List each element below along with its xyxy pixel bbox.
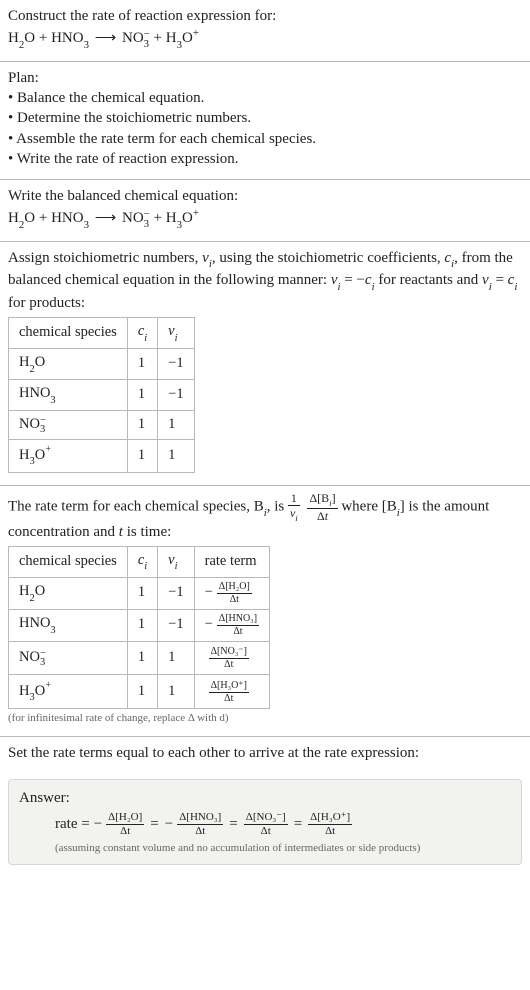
- col-species: chemical species: [9, 546, 128, 577]
- cell-ci: 1: [127, 380, 157, 411]
- plan-item: • Balance the chemical equation.: [8, 88, 522, 108]
- table-row: H2O 1 −1 − Δ[H₂O]Δt: [9, 577, 270, 609]
- cell-rateterm: Δ[H₃O⁺]Δt: [194, 675, 269, 709]
- cell-species: H3O+: [9, 675, 128, 709]
- table-row: HNO3 1 −1 − Δ[HNO₃]Δt: [9, 609, 270, 641]
- table-row: H2O 1 −1: [9, 349, 195, 380]
- cell-nui: −1: [158, 577, 194, 609]
- cell-species: NO−3: [9, 411, 128, 440]
- answer-assumption: (assuming constant volume and no accumul…: [19, 841, 511, 856]
- plan-title: Plan:: [8, 68, 522, 88]
- cell-rateterm: − Δ[HNO₃]Δt: [194, 609, 269, 641]
- cell-species: HNO3: [9, 380, 128, 411]
- balanced-section: Write the balanced chemical equation: H2…: [0, 180, 530, 241]
- col-ci: ci: [127, 318, 157, 349]
- prompt-title: Construct the rate of reaction expressio…: [8, 6, 522, 26]
- cell-rateterm: Δ[NO₃⁻]Δt: [194, 641, 269, 675]
- stoich-table: chemical species ci νi H2O 1 −1 HNO3 1 −…: [8, 317, 195, 472]
- cell-nui: −1: [158, 380, 194, 411]
- rateterm-table: chemical species ci νi rate term H2O 1 −…: [8, 546, 270, 709]
- cell-species: HNO3: [9, 609, 128, 641]
- cell-ci: 1: [127, 577, 157, 609]
- species-hno3: HNO3: [51, 30, 89, 46]
- cell-nui: −1: [158, 609, 194, 641]
- table-row: chemical species ci νi rate term: [9, 546, 270, 577]
- cell-nui: 1: [158, 411, 194, 440]
- cell-ci: 1: [127, 675, 157, 709]
- table-row: H3O+ 1 1: [9, 439, 195, 472]
- final-title: Set the rate terms equal to each other t…: [8, 743, 522, 763]
- cell-rateterm: − Δ[H₂O]Δt: [194, 577, 269, 609]
- species-h3oplus: H3O+: [166, 30, 199, 46]
- species-h2o: H2O: [8, 30, 35, 46]
- fraction-dB-dt: Δ[Bi] Δt: [307, 492, 337, 522]
- rateterm-section: The rate term for each chemical species,…: [0, 486, 530, 736]
- balanced-equation: H2O + HNO3 ⟶ NO−3 + H3O+: [8, 206, 522, 231]
- cell-species: NO−3: [9, 641, 128, 675]
- species-no3minus: NO−3: [122, 30, 150, 46]
- stoich-section: Assign stoichiometric numbers, νi, using…: [0, 242, 530, 485]
- final-section: Set the rate terms equal to each other t…: [0, 737, 530, 773]
- table-row: NO−3 1 1: [9, 411, 195, 440]
- answer-box: Answer: rate = − Δ[H₂O]Δt = − Δ[HNO₃]Δt …: [8, 779, 522, 865]
- balanced-title: Write the balanced chemical equation:: [8, 186, 522, 206]
- cell-nui: 1: [158, 675, 194, 709]
- cell-species: H3O+: [9, 439, 128, 472]
- prompt-section: Construct the rate of reaction expressio…: [0, 0, 530, 61]
- table-row: NO−3 1 1 Δ[NO₃⁻]Δt: [9, 641, 270, 675]
- cell-ci: 1: [127, 411, 157, 440]
- table-row: HNO3 1 −1: [9, 380, 195, 411]
- cell-ci: 1: [127, 349, 157, 380]
- table-row: chemical species ci νi: [9, 318, 195, 349]
- answer-expression: rate = − Δ[H₂O]Δt = − Δ[HNO₃]Δt = Δ[NO₃⁻…: [19, 812, 352, 837]
- col-nui: νi: [158, 546, 194, 577]
- plan-section: Plan: • Balance the chemical equation. •…: [0, 62, 530, 179]
- prompt-equation: H2O + HNO3 ⟶ NO−3 + H3O+: [8, 26, 522, 51]
- reaction-arrow-icon: ⟶: [93, 210, 119, 226]
- stoich-text: Assign stoichiometric numbers, νi, using…: [8, 248, 522, 313]
- col-nui: νi: [158, 318, 194, 349]
- cell-ci: 1: [127, 641, 157, 675]
- col-rateterm: rate term: [194, 546, 269, 577]
- cell-nui: −1: [158, 349, 194, 380]
- fraction-one-over-nu: 1 νi: [288, 492, 300, 522]
- cell-nui: 1: [158, 439, 194, 472]
- col-ci: ci: [127, 546, 157, 577]
- cell-ci: 1: [127, 609, 157, 641]
- document-root: Construct the rate of reaction expressio…: [0, 0, 530, 865]
- answer-title: Answer:: [19, 788, 511, 808]
- plan-item: • Assemble the rate term for each chemic…: [8, 129, 522, 149]
- table-row: H3O+ 1 1 Δ[H₃O⁺]Δt: [9, 675, 270, 709]
- rateterm-footnote: (for infinitesimal rate of change, repla…: [8, 711, 522, 726]
- reaction-arrow-icon: ⟶: [93, 30, 119, 46]
- cell-ci: 1: [127, 439, 157, 472]
- col-species: chemical species: [9, 318, 128, 349]
- plan-item: • Determine the stoichiometric numbers.: [8, 108, 522, 128]
- plan-item: • Write the rate of reaction expression.: [8, 149, 522, 169]
- rateterm-text: The rate term for each chemical species,…: [8, 492, 522, 542]
- cell-nui: 1: [158, 641, 194, 675]
- cell-species: H2O: [9, 349, 128, 380]
- cell-species: H2O: [9, 577, 128, 609]
